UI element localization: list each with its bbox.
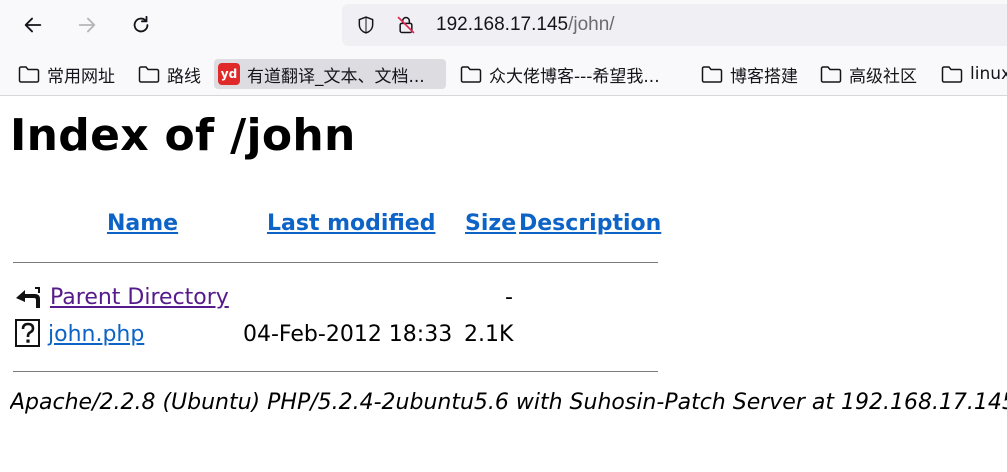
url-host: 192.168.17.145 (436, 14, 569, 35)
forward-arrow-icon (78, 17, 96, 33)
bookmark-youdao-translate[interactable]: yd 有道翻译_文本、文档... (214, 59, 446, 89)
bookmark-label: linux (970, 64, 1007, 84)
url-text[interactable]: 192.168.17.145/john/ (436, 14, 615, 36)
folder-icon (460, 66, 482, 83)
bookmark-label: 博客搭建 (730, 66, 798, 87)
back-arrow-icon (24, 17, 42, 33)
bookmark-label: 常用网址 (47, 66, 115, 87)
reload-icon (133, 15, 149, 33)
parent-directory-link[interactable]: Parent Directory (50, 285, 229, 310)
footer-divider (13, 371, 658, 372)
bookmark-label: 众大佬博客---希望我... (489, 66, 660, 87)
browser-toolbar: 192.168.17.145/john/ (0, 0, 1007, 52)
server-signature: Apache/2.2.8 (Ubuntu) PHP/5.2.4-2ubuntu5… (10, 390, 1007, 415)
bookmark-folder-linux[interactable]: linux (937, 59, 1007, 89)
bookmark-label: 路线 (167, 66, 201, 87)
folder-icon (138, 66, 160, 83)
folder-icon (941, 66, 963, 83)
file-size: 2.1K (464, 322, 514, 347)
file-link[interactable]: john.php (48, 322, 144, 347)
unknown-file-icon (15, 319, 40, 347)
bookmark-folder-blog-setup[interactable]: 博客搭建 (697, 59, 798, 89)
column-header-name[interactable]: Name (107, 211, 178, 236)
header-divider (13, 262, 658, 263)
url-bar[interactable]: 192.168.17.145/john/ (342, 4, 1007, 46)
parent-directory-size: - (505, 285, 513, 310)
reload-button[interactable] (124, 8, 158, 42)
bookmark-label: 高级社区 (849, 66, 917, 87)
folder-icon (701, 66, 723, 83)
back-folder-icon (16, 287, 40, 308)
url-path: /john/ (568, 14, 615, 35)
tracking-protection-shield-icon[interactable] (356, 15, 376, 35)
page-title: Index of /john (10, 110, 356, 161)
column-header-description[interactable]: Description (519, 211, 661, 236)
column-header-last-modified[interactable]: Last modified (267, 211, 435, 236)
forward-button[interactable] (70, 8, 104, 42)
folder-icon (820, 66, 842, 83)
bookmark-folder-common-sites[interactable]: 常用网址 (14, 59, 115, 89)
bookmarks-toolbar: 常用网址 路线 yd 有道翻译_文本、文档... 众大佬博客---希望我... … (0, 52, 1007, 96)
bookmark-folder-advanced-community[interactable]: 高级社区 (816, 59, 917, 89)
column-header-size[interactable]: Size (465, 211, 516, 236)
folder-icon (18, 66, 40, 83)
insecure-connection-icon[interactable] (396, 15, 416, 35)
file-last-modified: 04-Feb-2012 18:33 (243, 322, 453, 347)
youdao-icon: yd (218, 63, 240, 85)
bookmark-label: 有道翻译_文本、文档... (247, 66, 425, 87)
bookmark-folder-routes[interactable]: 路线 (134, 59, 201, 89)
back-button[interactable] (16, 8, 50, 42)
bookmark-folder-expert-blogs[interactable]: 众大佬博客---希望我... (456, 59, 660, 89)
